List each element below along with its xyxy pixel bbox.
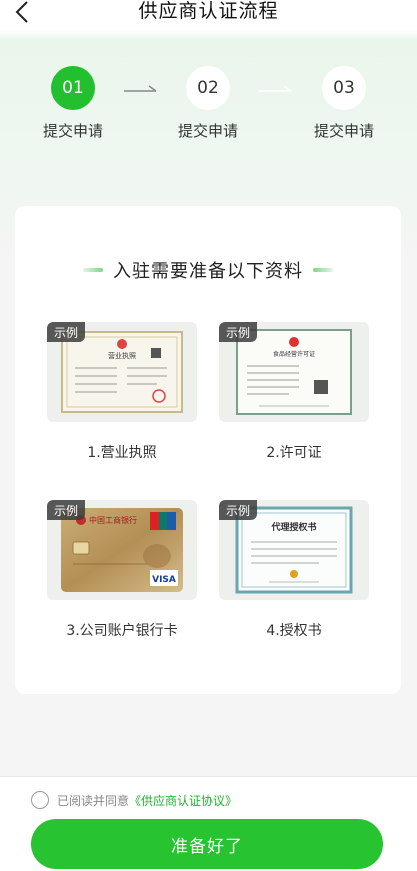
agreement-checkbox[interactable]: [31, 791, 49, 809]
sample-tag: 示例: [219, 322, 257, 342]
agreement-text: 已阅读并同意: [57, 793, 130, 808]
document-item-permit: 示例 食品经营许可证 2.许可证: [219, 322, 369, 462]
business-license-thumbnail[interactable]: 示例 营业执照: [47, 322, 197, 422]
step-2: 02 提交申请: [163, 66, 253, 141]
progress-steps: 01 提交申请 02 提交申请 03 提交申请: [0, 66, 417, 146]
title-decoration-left: [83, 268, 103, 272]
bottom-bar: 已阅读并同意 《供应商认证协议》 准备好了: [0, 776, 417, 871]
step-2-number: 02: [186, 66, 230, 110]
card-brand: VISA: [152, 575, 176, 585]
bank-card-thumbnail[interactable]: 示例 中国工商银行 VISA: [47, 500, 197, 600]
document-label: 2.许可证: [266, 445, 322, 461]
document-item-authorization: 示例 代理授权书 4.授权书: [219, 500, 369, 640]
card-title: 入驻需要准备以下资料: [113, 261, 303, 282]
authorization-thumbnail[interactable]: 示例 代理授权书: [219, 500, 369, 600]
bank-name: 中国工商银行: [89, 515, 137, 525]
sample-tag: 示例: [47, 500, 85, 520]
document-label: 3.公司账户银行卡: [66, 623, 178, 639]
step-3-number: 03: [322, 66, 366, 110]
document-item-business-license: 示例 营业执照 1.营业执照: [47, 322, 197, 462]
step-3: 03 提交申请: [299, 66, 389, 141]
step-2-label: 提交申请: [177, 122, 238, 140]
card-title-row: 入驻需要准备以下资料: [15, 258, 401, 282]
ready-button[interactable]: 准备好了: [31, 819, 383, 869]
document-label: 1.营业执照: [87, 445, 157, 461]
agreement-link[interactable]: 《供应商认证协议》: [129, 792, 237, 809]
title-decoration-right: [313, 268, 333, 272]
step-1: 01 提交申请: [28, 66, 118, 141]
document-item-bank-card: 示例 中国工商银行 VISA 3.公司账户银行卡: [47, 500, 197, 640]
sample-tag: 示例: [219, 500, 257, 520]
step-arrow-icon: [124, 85, 157, 92]
step-1-label: 提交申请: [42, 122, 103, 140]
step-arrow-icon: [259, 85, 292, 92]
sample-tag: 示例: [47, 322, 85, 342]
authorization-heading: 代理授权书: [270, 521, 316, 533]
step-1-number: 01: [51, 66, 95, 110]
step-3-label: 提交申请: [313, 122, 374, 140]
requirements-card: 入驻需要准备以下资料 示例 营业执照 1.营业执照 示例 食品经营许可证 2.许…: [15, 206, 401, 694]
header: 供应商认证流程: [0, 0, 417, 28]
license-heading: 营业执照: [108, 351, 136, 360]
agreement-row: 已阅读并同意 《供应商认证协议》: [31, 790, 237, 810]
permit-heading: 食品经营许可证: [273, 350, 315, 358]
page-title: 供应商认证流程: [138, 0, 279, 22]
document-label: 4.授权书: [266, 623, 322, 639]
permit-thumbnail[interactable]: 示例 食品经营许可证: [219, 322, 369, 422]
